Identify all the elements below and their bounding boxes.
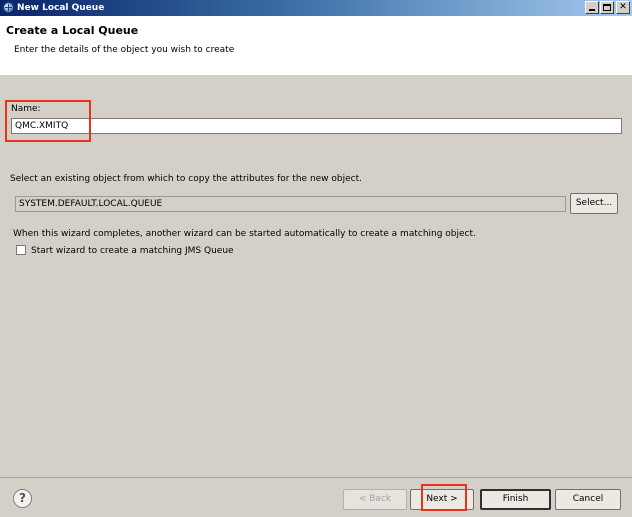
- page-title: Create a Local Queue: [6, 24, 139, 37]
- back-button[interactable]: < Back: [343, 489, 407, 510]
- help-icon[interactable]: ?: [13, 489, 32, 508]
- jms-wizard-checkbox[interactable]: [16, 245, 26, 255]
- title-bar: New Local Queue ✕: [0, 0, 632, 16]
- copy-label: Select an existing object from which to …: [10, 174, 362, 184]
- header-divider: [0, 74, 632, 75]
- close-button[interactable]: ✕: [616, 1, 630, 14]
- wizard-info-text: When this wizard completes, another wiza…: [13, 229, 476, 239]
- footer-divider: [0, 477, 632, 478]
- window-title: New Local Queue: [17, 3, 105, 13]
- page-description: Enter the details of the object you wish…: [14, 45, 235, 55]
- next-highlight-box: [421, 484, 467, 511]
- minimize-button[interactable]: [585, 1, 599, 14]
- copy-object-input[interactable]: [15, 196, 566, 212]
- maximize-button[interactable]: [600, 1, 614, 14]
- jms-wizard-label[interactable]: Start wizard to create a matching JMS Qu…: [31, 246, 234, 256]
- cancel-button[interactable]: Cancel: [555, 489, 621, 510]
- wizard-header: Create a Local Queue Enter the details o…: [0, 16, 632, 75]
- globe-icon: [3, 2, 14, 13]
- name-highlight-box: [5, 100, 91, 142]
- finish-button[interactable]: Finish: [480, 489, 551, 510]
- select-button[interactable]: Select...: [570, 193, 618, 214]
- name-input[interactable]: [11, 118, 622, 134]
